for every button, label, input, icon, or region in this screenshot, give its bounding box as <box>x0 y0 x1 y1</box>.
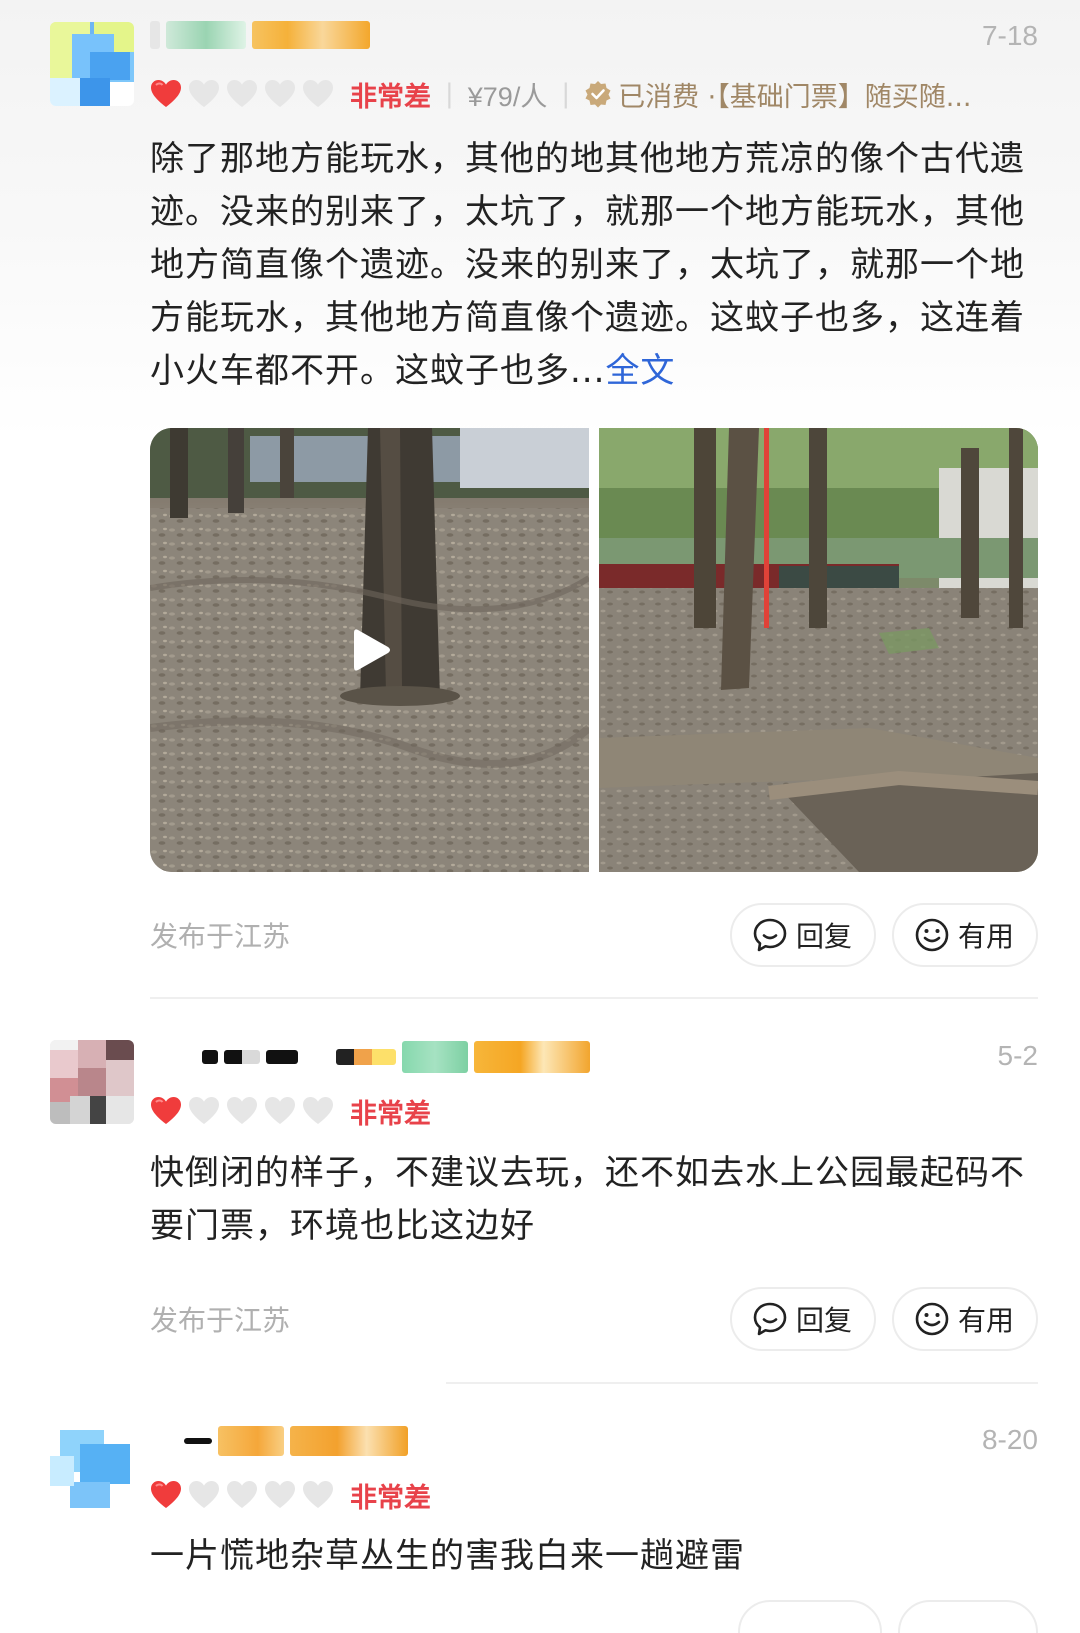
rating-label: 非常差 <box>350 1098 431 1130</box>
rating-row: 非常差 <box>150 1477 431 1514</box>
rating-label: 非常差 <box>350 81 431 113</box>
chat-bubble-icon <box>753 1302 787 1336</box>
reply-label: 回复 <box>795 920 852 953</box>
review-text[interactable]: 快倒闭的样子，不建议去玩，还不如去水上公园最起码不要门票，环境也比这边好 <box>150 1147 1038 1253</box>
heart-icon <box>189 1481 219 1508</box>
rating-row: 非常差 <box>150 1093 431 1130</box>
review-video-thumbnail[interactable] <box>150 428 589 872</box>
rating-row: 非常差 | ¥79/人 | 已消费 ·【基础门票】随买随... <box>150 75 972 114</box>
heart-icon <box>303 1481 333 1508</box>
heart-icon <box>151 1097 181 1124</box>
review-actions <box>738 1600 1038 1633</box>
heart-icon <box>227 80 257 107</box>
chat-bubble-icon <box>753 918 787 952</box>
review-date: 8-20 <box>981 1424 1038 1455</box>
review-actions: 回复 有用 <box>729 903 1038 967</box>
review-text[interactable]: 一片慌地杂草丛生的害我白来一趟避雷 <box>150 1530 1038 1583</box>
separator: | <box>561 79 571 109</box>
heart-icon <box>189 1097 219 1124</box>
review-date: 7-18 <box>981 20 1038 51</box>
reviewer-avatar[interactable] <box>50 22 134 106</box>
posted-location: 发布于江苏 <box>150 1304 291 1337</box>
reviewer-name-blurred[interactable] <box>150 1040 596 1074</box>
reviewer-name-blurred[interactable] <box>150 1424 414 1458</box>
heart-icon <box>189 80 219 107</box>
heart-icon <box>265 1097 295 1124</box>
reply-button[interactable]: 回复 <box>729 1287 876 1351</box>
reviewer-name-blurred[interactable] <box>150 18 376 52</box>
heart-icon <box>265 80 295 107</box>
useful-label: 有用 <box>957 1304 1014 1337</box>
consumed-ticket-info[interactable]: 已消费 ·【基础门票】随买随... <box>618 75 971 114</box>
expand-full-text-link[interactable]: 全文 <box>605 351 675 391</box>
reviewer-avatar[interactable] <box>50 1040 134 1124</box>
heart-icon <box>227 1097 257 1124</box>
heart-icon <box>151 1481 181 1508</box>
separator: | <box>445 79 454 109</box>
review-date: 5-2 <box>997 1040 1038 1071</box>
verified-badge-icon <box>585 81 611 108</box>
reply-button[interactable] <box>738 1600 882 1633</box>
heart-icon <box>303 80 333 107</box>
useful-button[interactable]: 有用 <box>891 903 1038 967</box>
review-footer: 发布于江苏 回复 有用 <box>150 903 1038 967</box>
heart-icon <box>265 1481 295 1508</box>
useful-button[interactable]: 有用 <box>891 1287 1038 1351</box>
reply-button[interactable]: 回复 <box>729 903 876 967</box>
review-divider <box>446 1382 1038 1384</box>
review-photo[interactable] <box>599 428 1038 872</box>
review-text[interactable]: 除了那地方能玩水，其他的地其他地方荒凉的像个古代遗迹。没来的别来了，太坑了，就那… <box>150 133 1038 398</box>
smiley-icon <box>915 1302 949 1336</box>
park-trees-train-photo <box>599 428 1038 872</box>
review-list: 7-18 非常差 | ¥79/人 | 已消费 ·【基础门票】随买随... 除了那… <box>0 0 1080 1633</box>
review-divider <box>150 997 1038 999</box>
review-footer-partial <box>150 1600 1038 1633</box>
posted-location: 发布于江苏 <box>150 920 291 953</box>
review-footer: 发布于江苏 回复 有用 <box>150 1287 1038 1351</box>
reviewer-avatar[interactable] <box>50 1426 134 1510</box>
heart-icon <box>151 80 181 107</box>
reply-label: 回复 <box>795 1304 852 1337</box>
heart-icon <box>227 1481 257 1508</box>
rating-label: 非常差 <box>350 1482 431 1514</box>
heart-icon <box>303 1097 333 1124</box>
useful-button[interactable] <box>898 1600 1038 1633</box>
review-photos <box>150 428 1038 872</box>
review-text-content: 除了那地方能玩水，其他的地其他地方荒凉的像个古代遗迹。没来的别来了，太坑了，就那… <box>150 139 1025 391</box>
review-actions: 回复 有用 <box>729 1287 1038 1351</box>
smiley-icon <box>915 918 949 952</box>
play-icon[interactable] <box>344 624 396 676</box>
useful-label: 有用 <box>957 920 1014 953</box>
price-per-person: ¥79/人 <box>467 81 548 112</box>
